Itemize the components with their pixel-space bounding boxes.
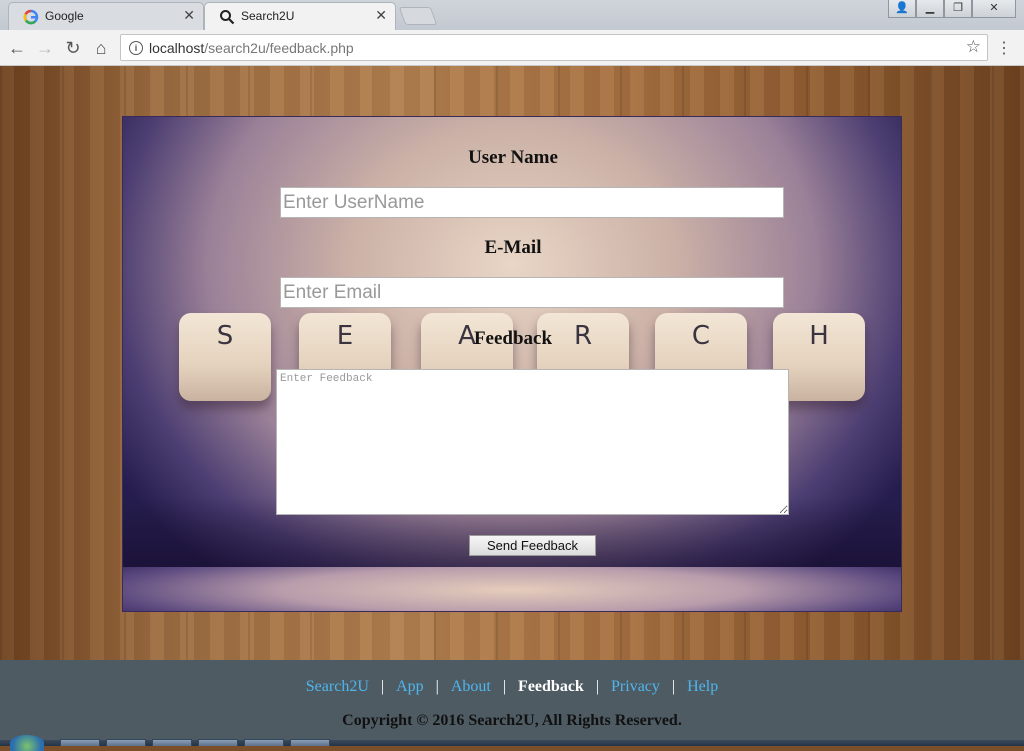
panel-bottom-band (123, 567, 901, 611)
address-bar[interactable]: i localhost/search2u/feedback.php ☆ (120, 34, 988, 61)
info-icon[interactable]: i (129, 41, 143, 55)
taskbar-item[interactable] (106, 739, 146, 746)
user-profile-icon[interactable]: 👤 (888, 0, 916, 18)
menu-icon[interactable]: ⋮ (996, 40, 1012, 58)
taskbar-item[interactable] (60, 739, 100, 746)
site-footer: Search2U | App | About | Feedback | Privacy | Help… (0, 660, 1024, 740)
footer-nav: Search2U | App | About | Feedback | Privacy | Help (305, 678, 719, 695)
username-input[interactable] (280, 187, 784, 218)
google-icon (23, 9, 39, 25)
footer-link-app[interactable]: App (396, 678, 424, 695)
footer-link-search2u[interactable]: Search2U (306, 678, 369, 695)
feedback-panel: S E A R C H User Name E-Mail Feedback Se… (122, 116, 902, 612)
browser-toolbar: ← → ↻ ⌂ i localhost/search2u/feedback.ph… (0, 30, 1024, 66)
username-label: User Name (468, 147, 558, 168)
footer-link-privacy[interactable]: Privacy (611, 678, 660, 695)
footer-link-help[interactable]: Help (687, 678, 718, 695)
footer-link-about[interactable]: About (451, 678, 491, 695)
feedback-label: Feedback (473, 328, 553, 349)
bookmark-star-icon[interactable]: ☆ (966, 37, 981, 57)
close-tab-icon[interactable]: ✕ (375, 7, 387, 24)
feedback-textarea[interactable] (276, 369, 789, 515)
close-tab-icon[interactable]: ✕ (183, 7, 195, 24)
home-icon[interactable]: ⌂ (90, 37, 112, 59)
banner-key: S (179, 313, 271, 401)
taskbar-item[interactable] (244, 739, 284, 746)
minimize-icon[interactable]: ▁ (916, 0, 944, 18)
taskbar-item[interactable] (290, 739, 330, 746)
copyright-text: Copyright © 2016 Search2U, All Rights Re… (342, 712, 682, 729)
tab-title: Search2U (241, 9, 295, 23)
search-icon (220, 10, 235, 25)
footer-link-feedback[interactable]: Feedback (518, 678, 584, 695)
taskbar-item[interactable] (152, 739, 192, 746)
restore-icon[interactable]: ❐ (944, 0, 972, 18)
close-window-icon[interactable]: ✕ (972, 0, 1016, 18)
reload-icon[interactable]: ↻ (62, 37, 84, 59)
start-button-icon[interactable] (10, 735, 44, 751)
forward-icon[interactable]: → (34, 37, 56, 59)
email-label: E-Mail (484, 237, 542, 258)
new-tab-button[interactable] (398, 7, 438, 25)
back-icon[interactable]: ← (6, 37, 28, 59)
taskbar-item[interactable] (198, 739, 238, 746)
window-controls: 👤 ▁ ❐ ✕ (888, 0, 1016, 18)
email-input[interactable] (280, 277, 784, 308)
url-text: localhost/search2u/feedback.php (149, 40, 354, 56)
browser-titlebar: Google ✕ Search2U ✕ 👤 ▁ ❐ ✕ (0, 0, 1024, 30)
tab-google[interactable]: Google ✕ (8, 2, 204, 30)
tab-search2u[interactable]: Search2U ✕ (204, 2, 396, 30)
tab-title: Google (45, 9, 84, 23)
send-feedback-button[interactable]: Send Feedback (469, 535, 596, 556)
page-viewport: S E A R C H User Name E-Mail Feedback Se… (0, 66, 1024, 660)
